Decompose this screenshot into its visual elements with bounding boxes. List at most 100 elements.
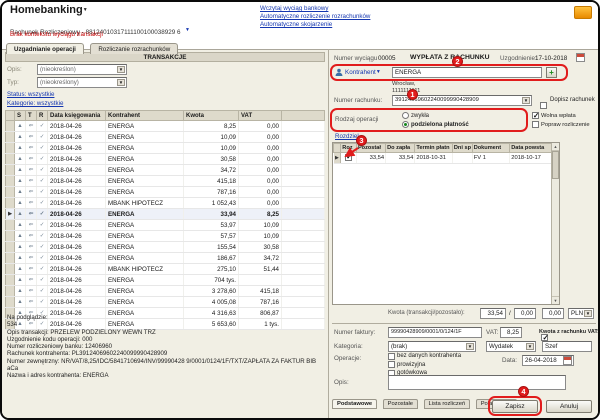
transaction-row[interactable]: ▲ ⇐ ✓ 2018-04-26 ENERGA 34,72 0,00 bbox=[5, 164, 325, 176]
chevron-down-icon[interactable]: ▼ bbox=[117, 66, 125, 73]
transaction-row[interactable]: ▲ ⇐ ✓ 2018-04-26 ENERGA 186,67 34,72 bbox=[5, 252, 325, 264]
col-data-powstania[interactable]: Data powsta bbox=[509, 143, 552, 153]
wolna-wplata-checkbox[interactable] bbox=[532, 111, 539, 120]
transaction-row[interactable]: ▲ ⇐ ✓ 2018-04-26 ENERGA 10,09 0,00 bbox=[5, 142, 325, 154]
transaction-row[interactable]: ▶ ▲ ⇐ ✓ 2018-04-26 ENERGA 33,94 8,25 bbox=[5, 208, 325, 220]
col-data-ksiegowania[interactable]: Data księgowania bbox=[47, 110, 106, 121]
add-kontrahent-button[interactable]: + bbox=[546, 67, 557, 78]
cell-filler bbox=[281, 252, 325, 264]
app-title[interactable]: Homebanking ▼ bbox=[10, 4, 88, 16]
col-kontrahent[interactable]: Kontrahent bbox=[105, 110, 184, 121]
chevron-down-icon[interactable]: ▼ bbox=[466, 343, 474, 350]
popraw-rozliczenie-checkbox[interactable] bbox=[532, 121, 539, 128]
kwota-pozostalo-field[interactable]: 0,00 bbox=[514, 308, 536, 319]
cell-kontrahent: ENERGA bbox=[105, 142, 184, 154]
kategorie-filter-link[interactable]: Kategorie: wszystkie bbox=[7, 100, 63, 107]
numer-faktury-input[interactable]: 99990428909/0001/0/124/1F bbox=[388, 327, 482, 338]
tab-pozostale[interactable]: Pozostałe bbox=[382, 399, 419, 409]
transaction-row[interactable]: ▲ ⇐ ✓ 2018-04-26 ENERGA 30,58 0,00 bbox=[5, 153, 325, 165]
col-s[interactable]: S bbox=[14, 110, 26, 121]
kwota-kurs-field[interactable]: 0,00 bbox=[542, 308, 564, 319]
radio-icon[interactable] bbox=[402, 121, 409, 128]
opis-filter-dropdown[interactable]: (nieokreślon) ▼ bbox=[37, 64, 127, 75]
kontrahent-selector[interactable]: Kontrahent ▼ bbox=[345, 69, 381, 76]
calendar-icon[interactable] bbox=[576, 53, 585, 62]
tab-lista-rozliczen[interactable]: Lista rozliczeń bbox=[423, 399, 471, 409]
tab-uzgadnianie-operacji[interactable]: Uzgadnianie operacji bbox=[6, 43, 84, 54]
scroll-up-icon[interactable]: ▲ bbox=[552, 143, 559, 151]
settlements-scrollbar[interactable]: ▲ ▼ bbox=[551, 143, 559, 304]
operation-option[interactable]: bez danych kontrahenta bbox=[388, 352, 461, 361]
transaction-row[interactable]: ▲ ⇐ ✓ 2018-04-26 ENERGA 3 278,60 415,18 bbox=[5, 285, 325, 297]
settlement-row[interactable]: ▶ 33,54 33,54 2018-10-31 FV 1 2018-10-17 bbox=[333, 152, 552, 164]
cell-date: 2018-04-26 bbox=[47, 142, 106, 154]
col-do-zaplaty[interactable]: Do zapła bbox=[385, 143, 416, 153]
transaction-row[interactable]: ▲ ⇐ ✓ 2018-04-26 ENERGA 8,25 0,00 bbox=[5, 120, 325, 132]
col-r[interactable]: R bbox=[36, 110, 48, 121]
data-input[interactable]: 26-04-2018 bbox=[522, 355, 574, 366]
link-automatyczne-skojarzenie[interactable]: Automatyczne skojarzenie bbox=[260, 21, 332, 28]
status-icon: ▲ bbox=[14, 241, 26, 253]
cell-vat: 30,58 bbox=[238, 241, 282, 253]
link-wczytaj-wyciag[interactable]: Wczytaj wyciąg bankowy bbox=[260, 5, 328, 12]
col-dni-sp[interactable]: Dni sp bbox=[451, 143, 473, 153]
col-t[interactable]: T bbox=[25, 110, 37, 121]
col-kwota[interactable]: Kwota bbox=[183, 110, 239, 121]
chevron-down-icon[interactable]: ▼ bbox=[584, 310, 592, 317]
transaction-row[interactable]: ▲ ⇐ ✓ 2018-04-26 ENERGA 787,16 0,00 bbox=[5, 186, 325, 198]
radio-zwykla[interactable]: zwykła bbox=[402, 112, 429, 119]
wolna-wplata-option[interactable]: Wolna wpłata bbox=[532, 111, 576, 120]
transaction-row[interactable]: ▲ ⇐ ✓ 2018-04-26 ENERGA 155,54 30,58 bbox=[5, 241, 325, 253]
transaction-row[interactable]: ▲ ⇐ ✓ 2018-04-26 MBANK HIPOTECZ 1 052,43 0,00 bbox=[5, 197, 325, 209]
operation-option[interactable]: prowizyjna bbox=[388, 361, 461, 370]
transaction-row[interactable]: ▲ ⇐ ✓ 2018-04-26 ENERGA 415,18 0,00 bbox=[5, 175, 325, 187]
opis-textarea[interactable] bbox=[388, 375, 566, 390]
operacje-label: Operacje: bbox=[334, 355, 362, 362]
checkbox[interactable] bbox=[388, 352, 395, 360]
transfer-icon: ⇐ bbox=[25, 230, 37, 242]
tab-rozliczanie-rozrachunkow[interactable]: Rozliczanie rozrachunków bbox=[90, 43, 179, 54]
transfer-icon: ⇐ bbox=[25, 175, 37, 187]
cell-kontrahent: ENERGA bbox=[105, 285, 184, 297]
transaction-row[interactable]: ▲ ⇐ ✓ 2018-04-26 ENERGA 10,09 0,00 bbox=[5, 131, 325, 143]
dopisz-rachunek-checkbox[interactable] bbox=[540, 102, 547, 109]
kwota-transakcji-field[interactable]: 33,54 bbox=[480, 308, 506, 319]
transaction-row[interactable]: ▲ ⇐ ✓ 2018-04-26 ENERGA 704 tys. bbox=[5, 274, 325, 286]
transaction-row[interactable]: ▲ ⇐ ✓ 2018-04-26 ENERGA 57,57 10,09 bbox=[5, 230, 325, 242]
reconcile-icon: ✓ bbox=[36, 285, 48, 297]
transfer-icon: ⇐ bbox=[25, 164, 37, 176]
chevron-down-icon[interactable]: ▼ bbox=[526, 343, 534, 350]
typ-filter-dropdown[interactable]: (nieokreślony) ▼ bbox=[37, 77, 127, 88]
col-dokument[interactable]: Dokument bbox=[471, 143, 511, 153]
radio-podzielona-platnosc[interactable]: podzielona płatność bbox=[402, 121, 469, 128]
transaction-row[interactable]: ▲ ⇐ ✓ 2018-04-26 ENERGA 53,97 10,09 bbox=[5, 219, 325, 231]
cell-filler bbox=[281, 186, 325, 198]
scroll-thumb[interactable] bbox=[552, 151, 559, 179]
col-termin[interactable]: Termin płatn bbox=[414, 143, 453, 153]
kategoria-dropdown[interactable]: (brak) ▼ bbox=[388, 341, 476, 352]
cancel-button[interactable]: Anuluj bbox=[546, 400, 592, 413]
transaction-row[interactable]: ▲ ⇐ ✓ 2018-04-26 ENERGA 4 005,08 787,16 bbox=[5, 296, 325, 308]
typ-wydatek-dropdown[interactable]: Wydatek ▼ bbox=[486, 341, 536, 352]
status-filter-link[interactable]: Status: wszystkie bbox=[7, 91, 54, 98]
link-automatyczne-rozliczenie[interactable]: Automatyczne rozliczenie rozrachunków bbox=[260, 13, 370, 20]
radio-icon[interactable] bbox=[402, 112, 409, 119]
transaction-row[interactable]: ▲ ⇐ ✓ 2018-04-26 MBANK HIPOTECZ 275,10 51,44 bbox=[5, 263, 325, 275]
kwota-vat-checkbox[interactable] bbox=[541, 333, 549, 342]
tab-podstawowe[interactable]: Podstawowe bbox=[332, 399, 378, 409]
wystawil-field[interactable]: Szef bbox=[542, 341, 592, 352]
checkbox[interactable] bbox=[388, 361, 395, 369]
vat-input[interactable]: 8,25 bbox=[500, 327, 522, 338]
currency-dropdown[interactable]: PLN ▼ bbox=[568, 308, 594, 319]
annotation-step-1: 1 bbox=[407, 89, 418, 100]
calendar-icon[interactable] bbox=[563, 356, 572, 365]
kontrahent-input[interactable]: ENERGA bbox=[392, 67, 542, 78]
cell-kwota: 10,09 bbox=[183, 142, 239, 154]
save-button[interactable]: Zapisz bbox=[492, 400, 538, 413]
scroll-down-icon[interactable]: ▼ bbox=[552, 296, 559, 304]
col-vat[interactable]: VAT bbox=[238, 110, 282, 121]
popraw-rozliczenie-option[interactable]: Popraw rozliczenie bbox=[532, 121, 590, 128]
chevron-down-icon[interactable]: ▼ bbox=[522, 97, 530, 104]
chevron-down-icon[interactable]: ▼ bbox=[117, 79, 125, 86]
chevron-down-icon: ▼ bbox=[375, 69, 381, 76]
